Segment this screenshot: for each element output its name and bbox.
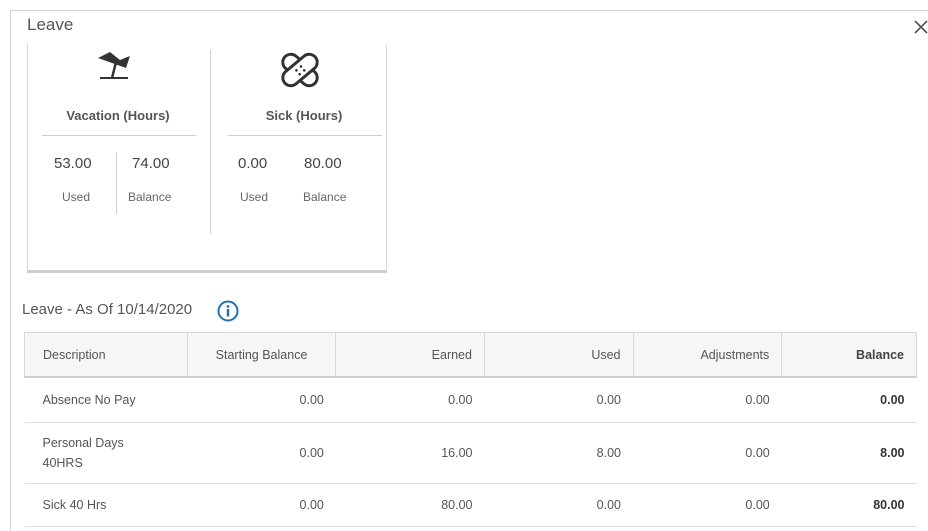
column-header-starting-balance[interactable]: Starting Balance — [186, 332, 337, 378]
cell-adjustments: 0.00 — [633, 483, 782, 527]
cell-starting-balance: 0.00 — [187, 483, 336, 527]
vacation-balance-value: 74.00 — [132, 155, 170, 172]
vacation-used-value: 53.00 — [54, 155, 92, 172]
bandage-icon — [281, 52, 319, 88]
cell-description: Personal Days 40HRS — [24, 422, 188, 484]
cell-used: 0.00 — [484, 377, 634, 423]
cell-starting-balance: 0.00 — [187, 422, 336, 484]
cell-earned: 0.00 — [335, 377, 485, 423]
beach-chair-icon — [98, 52, 130, 79]
sick-rule — [228, 135, 382, 136]
cell-used: 0.00 — [484, 483, 634, 527]
section-title: Leave - As Of 10/14/2020 — [22, 301, 193, 318]
cell-adjustments: 0.00 — [633, 422, 782, 484]
cell-adjustments: 0.00 — [633, 377, 782, 423]
info-icon[interactable] — [217, 300, 239, 322]
close-icon[interactable] — [912, 18, 928, 36]
cell-description: Sick 40 Hrs — [24, 483, 188, 527]
vacation-rule — [42, 135, 196, 136]
sick-title: Sick (Hours) — [265, 108, 343, 123]
column-header-balance[interactable]: Balance — [781, 332, 917, 378]
table-row: Personal Days 40HRS 0.00 16.00 8.00 0.00… — [24, 422, 917, 484]
sick-used-value: 0.00 — [238, 155, 268, 172]
column-header-used[interactable]: Used — [483, 332, 634, 378]
dialog-title: Leave — [27, 15, 74, 34]
vacation-title: Vacation (Hours) — [66, 108, 170, 123]
column-header-description[interactable]: Description — [24, 332, 188, 378]
sick-used-label: Used — [240, 190, 269, 204]
table-row: Sick 40 Hrs 0.00 80.00 0.00 0.00 80.00 — [24, 483, 917, 527]
cell-starting-balance: 0.00 — [187, 377, 336, 423]
card-divider — [210, 50, 211, 234]
leave-table: Description Starting Balance Earned Used… — [24, 332, 917, 527]
table-row: Absence No Pay 0.00 0.00 0.00 0.00 0.00 — [24, 377, 917, 423]
vacation-value-divider — [116, 152, 117, 214]
vacation-balance-label: Balance — [128, 190, 172, 204]
sick-balance-value: 80.00 — [304, 155, 342, 172]
cell-earned: 16.00 — [335, 422, 485, 484]
cell-balance: 80.00 — [781, 483, 917, 527]
column-header-adjustments[interactable]: Adjustments — [632, 332, 783, 378]
sick-balance-label: Balance — [303, 190, 347, 204]
column-header-earned[interactable]: Earned — [335, 332, 485, 378]
cell-earned: 80.00 — [335, 483, 485, 527]
leave-summary-card: Vacation (Hours) 53.00 74.00 Used Balanc… — [27, 44, 387, 273]
table-header-row: Description Starting Balance Earned Used… — [24, 332, 917, 378]
cell-balance: 8.00 — [781, 422, 917, 484]
cell-balance: 0.00 — [781, 377, 917, 423]
cell-description: Absence No Pay — [24, 377, 188, 423]
cell-used: 8.00 — [484, 422, 634, 484]
vacation-used-label: Used — [62, 190, 91, 204]
